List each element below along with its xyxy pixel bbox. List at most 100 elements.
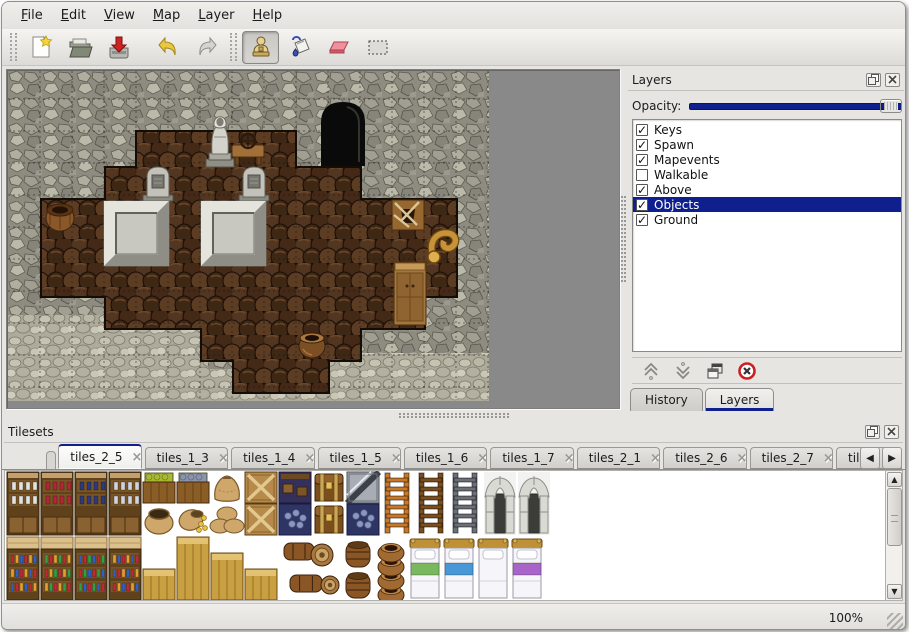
layer-row-objects[interactable]: ✓Objects (633, 197, 901, 212)
redo-button[interactable] (188, 31, 225, 64)
tileset-tab-label: tiles_2_7 (762, 451, 814, 465)
layer-visibility-checkbox[interactable] (636, 169, 648, 181)
tileset-canvas[interactable] (5, 471, 887, 600)
horizontal-splitter[interactable] (2, 411, 905, 419)
layer-visibility-checkbox[interactable]: ✓ (636, 199, 648, 211)
dock-tab-history[interactable]: History (630, 388, 703, 411)
close-tab-icon[interactable]: × (304, 452, 314, 465)
tileset-tab-tiles_2_6[interactable]: tiles_2_6× (663, 447, 746, 469)
eraser-tool-button[interactable] (320, 31, 357, 64)
lower-layer-icon (673, 361, 693, 381)
layer-row-spawn[interactable]: ✓ Spawn (633, 137, 901, 152)
toolbar-handle[interactable] (10, 33, 17, 61)
tileset-content[interactable]: ▲ ▼ (4, 470, 903, 601)
splitter-grip (621, 196, 626, 282)
app-window: FileEditViewMapLayerHelp (1, 1, 906, 630)
menu-edit[interactable]: Edit (52, 5, 95, 26)
layers-dock: Layers Opacity: (628, 66, 906, 411)
opacity-label: Opacity: (632, 99, 681, 113)
tileset-tab-tiles_2_7[interactable]: tiles_2_7 × (750, 447, 833, 469)
float-tilesets-button[interactable] (865, 425, 880, 439)
close-tab-icon[interactable]: × (650, 452, 660, 465)
tilesets-panel-header: Tilesets (4, 421, 903, 443)
scrollbar-thumb[interactable] (887, 488, 902, 546)
select-tool-button[interactable] (359, 31, 396, 64)
undo-button[interactable] (149, 31, 186, 64)
dock-tab-layers[interactable]: Layers (705, 388, 775, 411)
vertical-splitter[interactable] (619, 69, 627, 409)
close-tab-icon[interactable]: × (132, 451, 142, 464)
duplicate-layer-button[interactable] (704, 360, 726, 382)
menu-file[interactable]: File (12, 5, 52, 26)
close-tilesets-button[interactable] (884, 425, 899, 439)
new-map-button[interactable] (22, 31, 59, 64)
layer-visibility-checkbox[interactable]: ✓ (636, 184, 648, 196)
menu-view[interactable]: View (95, 5, 144, 26)
tileset-tab-tiles_1_7[interactable]: tiles_1_7× (490, 447, 573, 469)
tileset-tab-tiles_1_3[interactable]: tiles_1_3 × (145, 447, 228, 469)
layer-row-mapevents[interactable]: ✓Mapevents (633, 152, 901, 167)
scroll-tabs-right-button[interactable]: ▶ (882, 447, 902, 469)
scroll-down-button[interactable]: ▼ (887, 584, 902, 599)
scroll-up-button[interactable]: ▲ (887, 472, 902, 487)
scroll-tabs-left-button[interactable]: ◀ (860, 447, 880, 469)
new-file-icon (28, 34, 54, 60)
save-icon (106, 34, 132, 60)
stamp-icon (248, 34, 274, 60)
open-folder-icon (67, 34, 93, 60)
float-icon (868, 74, 879, 85)
layer-visibility-checkbox[interactable]: ✓ (636, 139, 648, 151)
float-icon (867, 426, 878, 437)
float-panel-button[interactable] (866, 73, 881, 87)
map-viewport[interactable] (6, 69, 620, 409)
layers-panel-header: Layers (628, 69, 904, 91)
layer-list[interactable]: ✓ Keys ✓ Spawn✓MapeventsWalkable✓Above✓Obje… (632, 119, 902, 352)
tileset-tab-label: tiles_1_5 (330, 451, 382, 465)
layer-visibility-checkbox[interactable]: ✓ (636, 214, 648, 226)
close-tab-icon[interactable]: × (391, 452, 401, 465)
layer-row-ground[interactable]: ✓Ground (633, 212, 901, 227)
stamp-tool-button[interactable] (242, 31, 279, 64)
layer-name: Spawn (654, 138, 694, 152)
fill-tool-button[interactable] (281, 31, 318, 64)
close-panel-button[interactable] (885, 73, 900, 87)
close-icon (887, 427, 896, 436)
menu-layer[interactable]: Layer (189, 5, 243, 26)
close-tab-icon[interactable]: × (823, 452, 833, 465)
tileset-tab-label: tiles_2_1 (589, 451, 641, 465)
map-canvas[interactable] (8, 71, 489, 401)
layer-name: Keys (654, 123, 682, 137)
splitter-grip-h (399, 413, 509, 418)
layer-buttons (632, 357, 902, 384)
layer-visibility-checkbox[interactable]: ✓ (636, 124, 648, 136)
close-tab-icon[interactable]: × (477, 452, 487, 465)
resize-grip[interactable] (887, 613, 903, 629)
open-map-button[interactable] (61, 31, 98, 64)
tileset-tab-tiles_2_5[interactable]: tiles_2_5× (58, 444, 141, 469)
tileset-scrollbar[interactable]: ▲ ▼ (885, 471, 902, 600)
tileset-tab-tiles_1_4[interactable]: tiles_1_4× (231, 447, 314, 469)
toolbar-handle-2[interactable] (230, 33, 237, 61)
opacity-slider[interactable] (689, 98, 902, 114)
tilesets-panel: Tilesets tiles_2_5×tiles_1_3×tiles_1_4×t… (2, 419, 905, 603)
save-map-button[interactable] (100, 31, 137, 64)
tab-scroll-buttons: ◀ ▶ (860, 447, 902, 469)
tileset-tab-tiles_1_6[interactable]: tiles_1_6× (404, 447, 487, 469)
selection-rectangle-icon (365, 34, 391, 60)
layer-visibility-checkbox[interactable]: ✓ (636, 154, 648, 166)
layer-row-above[interactable]: ✓Above (633, 182, 901, 197)
layer-row-walkable[interactable]: Walkable (633, 167, 901, 182)
raise-layer-button[interactable] (640, 360, 662, 382)
tileset-tab-tiles_1_5[interactable]: tiles_1_5 × (318, 447, 401, 469)
opacity-slider-handle[interactable] (880, 99, 902, 113)
lower-layer-button[interactable] (672, 360, 694, 382)
close-tab-icon[interactable]: × (218, 452, 228, 465)
close-tab-icon[interactable]: × (736, 452, 746, 465)
close-tab-icon[interactable]: × (564, 452, 574, 465)
menu-map[interactable]: Map (144, 5, 189, 26)
layer-row-keys[interactable]: ✓ Keys (633, 122, 901, 137)
tileset-tab-label: tiles_1_3 (157, 451, 209, 465)
delete-layer-button[interactable] (736, 360, 758, 382)
menu-help[interactable]: Help (244, 5, 292, 26)
tileset-tab-tiles_2_1[interactable]: tiles_2_1 × (577, 447, 660, 469)
